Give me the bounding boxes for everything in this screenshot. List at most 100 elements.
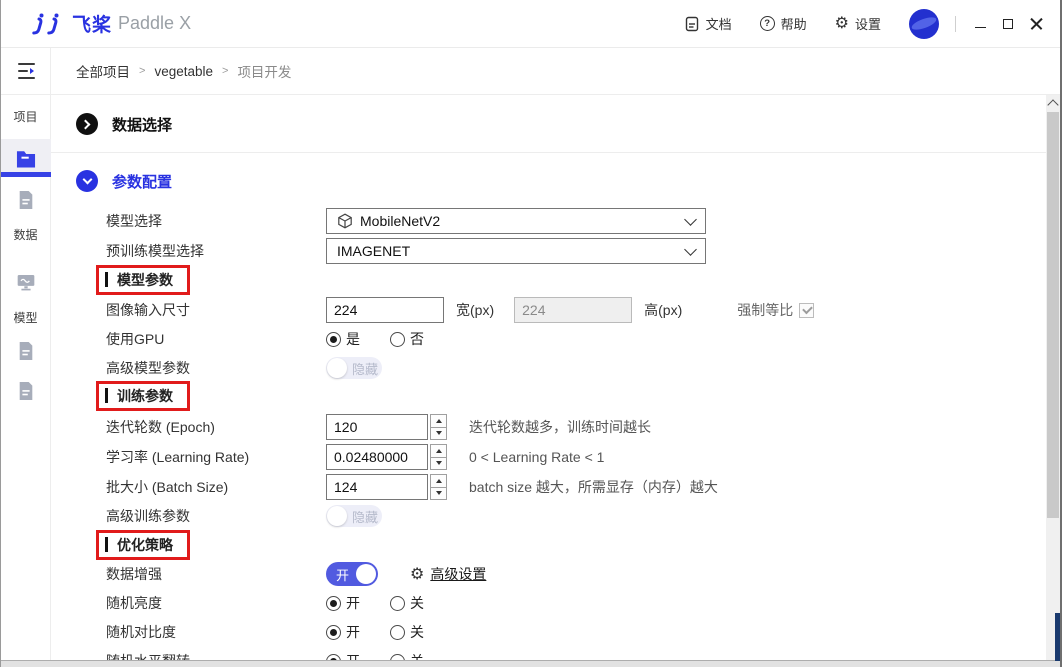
chevron-down-icon (82, 174, 92, 184)
height-unit-label: 高(px) (644, 300, 682, 320)
file-icon (17, 190, 35, 210)
train-params-title: 训练参数 (117, 386, 173, 406)
model-select-value: MobileNetV2 (360, 213, 440, 229)
gpu-no-option[interactable]: 否 (390, 329, 424, 349)
user-avatar[interactable] (909, 9, 939, 39)
sidebar-item-project-file[interactable] (1, 185, 51, 215)
file-icon (17, 381, 35, 401)
breadcrumb-all-projects[interactable]: 全部项目 (76, 61, 130, 81)
docs-label: 文档 (706, 14, 732, 33)
row-batch-size: 批大小 (Batch Size) batch size 越大，所需显存（内存）越… (106, 472, 718, 502)
use-gpu-label: 使用GPU (106, 329, 326, 349)
sidebar-item-project-dev[interactable] (1, 139, 51, 177)
sidebar-section-data: 数据 (1, 226, 50, 243)
close-button[interactable] (1022, 10, 1050, 38)
image-height-input (514, 297, 632, 323)
maximize-button[interactable] (994, 10, 1022, 38)
sidebar-section-project: 项目 (1, 108, 50, 125)
contrast-off-option[interactable]: 关 (390, 622, 424, 642)
window-bottom-border (1, 660, 1060, 667)
brightness-on-label: 开 (346, 593, 360, 613)
scroll-up-button[interactable] (1046, 95, 1060, 111)
chevron-down-icon (684, 243, 697, 256)
vertical-scrollbar[interactable] (1046, 95, 1060, 661)
radio-unselected-icon (390, 625, 405, 640)
title-bar: 飞桨 Paddle X 文档 帮助 设置 (1, 0, 1060, 48)
batch-spinner-field (326, 474, 447, 500)
close-icon (1030, 17, 1043, 30)
adv-model-toggle[interactable]: 隐藏 (326, 357, 382, 379)
model-params-title: 模型参数 (117, 270, 173, 290)
toggle-knob (356, 564, 376, 584)
epoch-input[interactable] (326, 414, 428, 440)
spin-up-button[interactable] (430, 444, 447, 458)
adv-train-params-label: 高级训练参数 (106, 506, 326, 526)
spin-up-button[interactable] (430, 474, 447, 488)
monitor-icon (16, 273, 36, 292)
help-button[interactable]: 帮助 (760, 14, 807, 33)
docs-button[interactable]: 文档 (684, 14, 732, 33)
chevron-down-icon (684, 213, 697, 226)
pretrained-select-dropdown[interactable]: IMAGENET (326, 238, 706, 264)
row-model-select: 模型选择 MobileNetV2 (106, 206, 706, 236)
model-select-dropdown[interactable]: MobileNetV2 (326, 208, 706, 234)
collapse-circle[interactable] (76, 170, 98, 192)
paddle-logo: 飞桨 Paddle X (27, 10, 191, 37)
row-adv-train-params: 高级训练参数 隐藏 (106, 501, 382, 531)
sidebar-item-model-file-2[interactable] (1, 376, 51, 406)
help-label: 帮助 (781, 14, 807, 33)
settings-button[interactable]: 设置 (835, 14, 881, 33)
batch-size-input[interactable] (326, 474, 428, 500)
row-pretrained-select: 预训练模型选择 IMAGENET (106, 236, 706, 266)
advanced-settings-link[interactable]: 高级设置 (410, 564, 486, 584)
brightness-on-option[interactable]: 开 (326, 593, 360, 613)
spin-up-button[interactable] (430, 414, 447, 428)
breadcrumb-project-name[interactable]: vegetable (154, 64, 213, 79)
expand-circle[interactable] (76, 113, 98, 135)
learning-rate-input[interactable] (326, 444, 428, 470)
sidebar-collapse-button[interactable] (1, 48, 51, 95)
row-brightness: 随机亮度 开 关 (106, 588, 424, 618)
main-content: 数据选择 参数配置 模型选择 MobileNetV2 预训练模型选择 IMAGE (51, 95, 1046, 661)
epoch-label: 迭代轮数 (Epoch) (106, 417, 326, 437)
adv-train-toggle[interactable]: 隐藏 (326, 505, 382, 527)
gear-icon (410, 566, 424, 583)
spin-down-button[interactable] (430, 487, 447, 501)
learning-rate-hint: 0 < Learning Rate < 1 (469, 449, 604, 465)
contrast-on-label: 开 (346, 622, 360, 642)
breadcrumb-separator: > (139, 65, 145, 77)
lr-stepper (430, 444, 447, 470)
window-controls-divider (955, 16, 956, 32)
section-param-config[interactable]: 参数配置 (76, 167, 172, 195)
paddle-logo-icon (27, 13, 67, 35)
contrast-on-option[interactable]: 开 (326, 622, 360, 642)
image-width-input[interactable] (326, 297, 444, 323)
sidebar-item-model-file-1[interactable] (1, 336, 51, 366)
gpu-radio-group: 是 否 (326, 329, 424, 349)
brightness-off-label: 关 (410, 593, 424, 613)
gpu-yes-option[interactable]: 是 (326, 329, 360, 349)
brightness-off-option[interactable]: 关 (390, 593, 424, 613)
force-ratio-checkbox[interactable] (799, 303, 814, 318)
spin-down-button[interactable] (430, 457, 447, 471)
scrollbar-thumb[interactable] (1047, 112, 1059, 518)
sidebar-item-dataset[interactable] (1, 267, 51, 297)
section-data-select[interactable]: 数据选择 (76, 110, 172, 138)
spin-down-button[interactable] (430, 427, 447, 441)
gpu-yes-label: 是 (346, 329, 360, 349)
toggle-knob (327, 506, 347, 526)
augment-toggle[interactable]: 开 (326, 562, 378, 586)
image-input-label: 图像输入尺寸 (106, 300, 326, 320)
model-select-label: 模型选择 (106, 211, 326, 231)
minimize-button[interactable] (966, 10, 994, 38)
row-model-params-header: 模型参数 (96, 265, 190, 294)
settings-label: 设置 (855, 14, 881, 33)
radio-selected-icon (326, 625, 341, 640)
epoch-spinner-field (326, 414, 447, 440)
optimize-title: 优化策略 (117, 535, 173, 555)
batch-size-hint: batch size 越大，所需显存（内存）越大 (469, 477, 718, 497)
breadcrumb-current-page: 项目开发 (237, 61, 291, 81)
hamburger-icon (18, 63, 35, 79)
radio-selected-icon (326, 596, 341, 611)
augment-label: 数据增强 (106, 564, 326, 584)
